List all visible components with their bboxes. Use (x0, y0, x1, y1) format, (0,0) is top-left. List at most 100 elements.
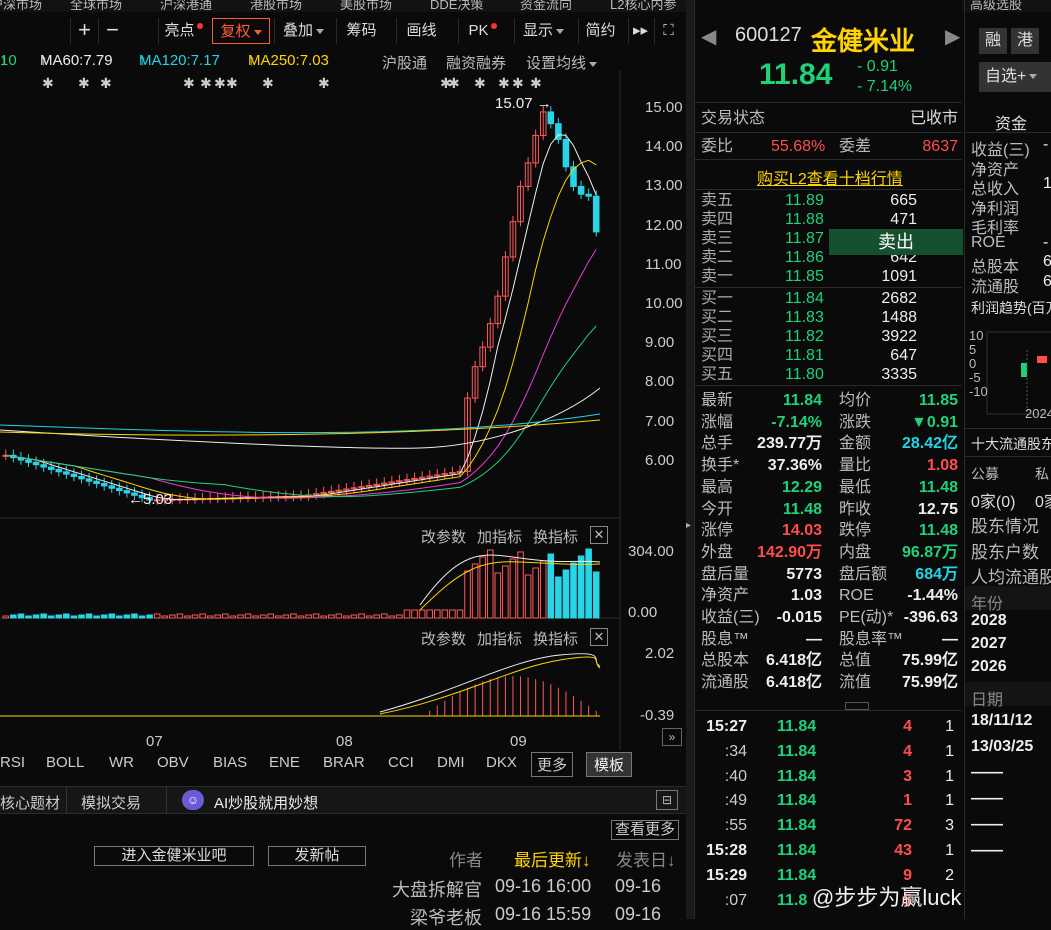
tick-count: 1 (945, 742, 954, 760)
buy-row: 买四 11.81 647 (701, 346, 958, 365)
collapse-arrow-icon[interactable]: ▸ (686, 520, 694, 536)
level-price: 11.80 (785, 366, 824, 383)
volume-bar (327, 614, 335, 619)
volume-bar (176, 613, 184, 619)
tab-dkx[interactable]: DKX (486, 754, 517, 771)
overlay-button[interactable]: 叠加 (274, 18, 332, 44)
margin-button[interactable]: 融 (979, 28, 1007, 54)
level-label: 卖四 (701, 211, 734, 228)
menu-item[interactable]: DDE决策 (430, 0, 483, 12)
collapse-icon[interactable]: ⊟ (656, 790, 678, 810)
tab-core-theme[interactable]: 核心题材 (0, 792, 60, 813)
draw-button[interactable]: 画线 (396, 18, 446, 44)
level-price: 11.89 (785, 192, 824, 209)
weibi-row: 委比 55.68% 委差 8637 (701, 136, 958, 157)
close-icon[interactable]: ✕ (590, 628, 608, 646)
last-price: 11.84 (759, 58, 833, 91)
vol-add-indicator[interactable]: 加指标 (477, 526, 522, 547)
double-right-icon[interactable]: ▸▸ (628, 18, 652, 44)
menu-item[interactable]: 沪深市场 (0, 0, 42, 12)
add-watch-button[interactable]: 自选+ (979, 62, 1051, 92)
macd-switch-indicator[interactable]: 换指标 (533, 628, 578, 649)
zoom-in-icon[interactable]: + (70, 18, 98, 44)
menu-item[interactable]: 资金流向 (520, 0, 572, 12)
post-author[interactable]: 梁爷老板 (410, 904, 482, 930)
macd-change-params[interactable]: 改参数 (421, 628, 466, 649)
private-label: 私 (1035, 466, 1049, 482)
handle[interactable] (845, 702, 869, 710)
chips-button[interactable]: 筹码 (336, 18, 386, 44)
link-holders[interactable]: 股东情况 (971, 512, 1039, 537)
tab-ene[interactable]: ENE (269, 754, 300, 771)
event-star-icon: ✱ (474, 75, 486, 91)
splitter[interactable] (686, 0, 694, 919)
buy-l2-link[interactable]: 购买L2查看十档行情 (757, 165, 903, 189)
red-dot-icon (490, 23, 497, 29)
highlight-button[interactable]: 亮点 (158, 18, 208, 44)
col-author[interactable]: 作者 (449, 846, 483, 871)
volume-bar (562, 569, 570, 619)
more-button[interactable]: 更多 (531, 752, 574, 777)
scroll-right-icon[interactable]: » (662, 728, 682, 746)
prev-stock-icon[interactable]: ◀ (701, 24, 716, 49)
sell-button[interactable]: 卖出 (829, 229, 963, 255)
vol-switch-indicator[interactable]: 换指标 (533, 526, 578, 547)
post-author[interactable]: 大盘拆解官 (392, 876, 482, 902)
tab-sim-trade[interactable]: 模拟交易 (81, 792, 141, 813)
volume-bar (456, 609, 464, 619)
volume-bar (570, 562, 577, 619)
volume-bar (502, 565, 509, 619)
year-item: 2026 (971, 658, 1007, 675)
close-icon[interactable]: ✕ (590, 526, 608, 544)
x-label: 07 (146, 733, 163, 750)
stat-label: 昨收 (839, 500, 872, 518)
volume-bar (471, 563, 479, 619)
tab-rsi[interactable]: RSI (0, 754, 25, 771)
view-more-link[interactable]: 查看更多 (611, 820, 680, 840)
indicator-tabs: RSI BOLL WR OBV BIAS ENE BRAR CCI DMI DK… (0, 752, 686, 777)
tab-fund[interactable]: 资金 (995, 110, 1027, 134)
col-posted[interactable]: 发表日↓ (616, 846, 676, 871)
tab-obv[interactable]: OBV (157, 754, 189, 771)
high-value: 15.07 (495, 95, 533, 112)
new-post-button[interactable]: 发新帖 (268, 846, 366, 866)
col-updated[interactable]: 最后更新↓ (514, 846, 591, 871)
adjust-button[interactable]: 复权 (212, 18, 270, 44)
ma-legend-label: MA60:7.79 (40, 52, 113, 69)
tab-wr[interactable]: WR (109, 754, 134, 771)
tab-ai[interactable]: AI炒股就用妙想 (214, 792, 318, 813)
volume-bar (161, 615, 169, 619)
next-stock-icon[interactable]: ▶ (945, 24, 960, 49)
display-button[interactable]: 显示 (514, 18, 572, 44)
level-volume: 665 (890, 192, 917, 209)
menu-item[interactable]: 沪深港通 (160, 0, 212, 12)
stat-row: 收益(三) -0.015 PE(动)* -396.63 (701, 607, 958, 628)
menu-item[interactable]: 美股市场 (340, 0, 392, 12)
pk-button[interactable]: PK (458, 18, 506, 44)
kline-chart[interactable]: ✱ ✱ ✱ ✱ ✱ ✱ ✱ ✱ ✱ ✱✱ ✱ ✱ ✱ ✱ (0, 70, 686, 750)
tab-cci[interactable]: CCI (388, 754, 414, 771)
zoom-out-icon[interactable]: − (98, 18, 126, 44)
link-holder-count[interactable]: 股东户数 (971, 538, 1039, 563)
menu-item[interactable]: 全球市场 (70, 0, 122, 12)
template-button[interactable]: 模板 (586, 752, 633, 777)
fin-label: ROE (971, 233, 1006, 251)
fullscreen-icon[interactable]: ⛶ (654, 18, 682, 44)
tab-boll[interactable]: BOLL (46, 754, 84, 771)
enter-bar-button[interactable]: 进入金健米业吧 (94, 846, 254, 866)
tab-dmi[interactable]: DMI (437, 754, 465, 771)
macd-add-indicator[interactable]: 加指标 (477, 628, 522, 649)
event-star-icon: ✱ (512, 75, 524, 91)
tab-bias[interactable]: BIAS (213, 754, 247, 771)
overlay-label: 叠加 (282, 22, 313, 39)
hk-button[interactable]: 港 (1011, 28, 1039, 54)
level-price: 11.86 (785, 249, 824, 266)
menu-item[interactable]: 港股市场 (250, 0, 302, 12)
simple-button[interactable]: 简约 (578, 18, 622, 44)
menu-item[interactable]: L2核心内参 (610, 0, 676, 12)
link-avg-holding[interactable]: 人均流通股 (971, 563, 1051, 588)
date-item: —— (971, 790, 1003, 807)
price-change: - 0.91 (857, 58, 898, 75)
vol-change-params[interactable]: 改参数 (421, 526, 466, 547)
tab-brar[interactable]: BRAR (323, 754, 365, 771)
